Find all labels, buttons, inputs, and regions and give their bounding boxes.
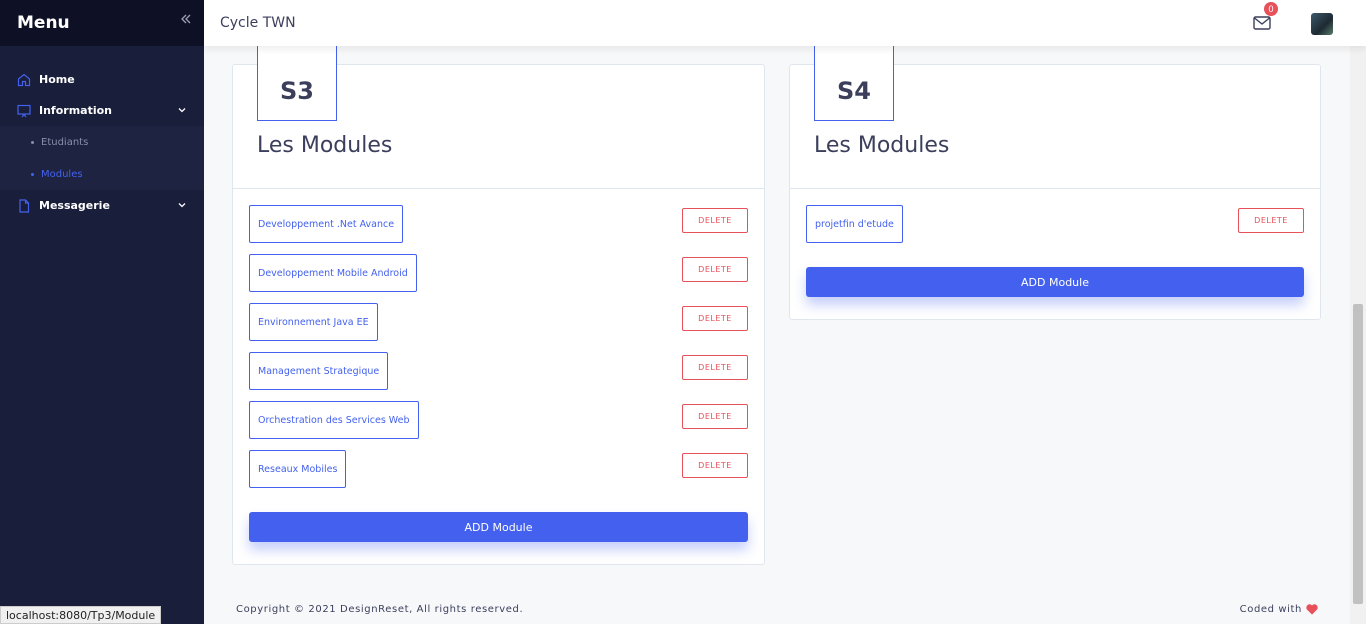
module-row: Developpement Mobile Android DELETE [249, 254, 748, 292]
bullet-icon [31, 172, 34, 176]
monitor-icon [17, 104, 31, 118]
delete-button[interactable]: DELETE [1238, 208, 1304, 233]
delete-button[interactable]: DELETE [682, 257, 748, 282]
footer-credit: Coded with [1240, 604, 1318, 615]
information-submenu: Etudiants Modules [0, 126, 204, 190]
sidebar-header: Menu [0, 0, 204, 46]
module-row: Reseaux Mobiles DELETE [249, 450, 748, 488]
browser-status-url: localhost:8080/Tp3/Module [0, 606, 162, 624]
submenu-item-label: Etudiants [41, 136, 89, 148]
module-name[interactable]: Reseaux Mobiles [249, 450, 347, 488]
delete-button[interactable]: DELETE [682, 453, 748, 478]
delete-button[interactable]: DELETE [682, 355, 748, 380]
sidebar-item-messagerie[interactable]: Messagerie [0, 190, 204, 221]
delete-button[interactable]: DELETE [682, 404, 748, 429]
module-name[interactable]: Orchestration des Services Web [249, 401, 419, 439]
collapse-sidebar-icon[interactable] [180, 12, 192, 28]
sidebar-title: Menu [17, 13, 70, 33]
semester-label: S3 [257, 45, 337, 121]
semester-card-s4: S4 Les Modules projetfin d'etude DELETE … [789, 45, 1321, 320]
semester-label: S4 [814, 45, 894, 121]
semester-card-s3: S3 Les Modules Developpement .Net Avance… [232, 45, 765, 565]
mail-icon[interactable] [1253, 15, 1271, 31]
module-name[interactable]: Developpement .Net Avance [249, 205, 404, 243]
chevron-down-icon [177, 200, 187, 210]
sidebar: Menu Home Information Etudiants Modules … [0, 0, 204, 624]
module-row: Orchestration des Services Web DELETE [249, 401, 748, 439]
module-row: Environnement Java EE DELETE [249, 303, 748, 341]
module-row: projetfin d'etude DELETE [806, 205, 1304, 243]
footer-coded-label: Coded with [1239, 604, 1302, 615]
submenu-item-label: Modules [41, 168, 83, 180]
card-header: S3 Les Modules [233, 45, 764, 189]
submenu-item-modules[interactable]: Modules [0, 158, 204, 190]
bullet-icon [31, 140, 34, 144]
module-name[interactable]: projetfin d'etude [806, 205, 903, 243]
avatar[interactable] [1311, 13, 1333, 35]
card-title: Les Modules [257, 133, 393, 158]
sidebar-item-information[interactable]: Information [0, 95, 204, 126]
submenu-item-etudiants[interactable]: Etudiants [0, 126, 204, 158]
heart-icon [1306, 604, 1318, 615]
module-name[interactable]: Environnement Java EE [249, 303, 378, 341]
delete-button[interactable]: DELETE [682, 208, 748, 233]
chevron-down-icon [177, 105, 187, 115]
sidebar-item-label: Information [39, 104, 112, 117]
module-row: Developpement .Net Avance DELETE [249, 205, 748, 243]
sidebar-nav: Home Information Etudiants Modules Messa… [0, 46, 204, 221]
scrollbar-thumb[interactable] [1353, 304, 1363, 604]
page-scrollbar[interactable] [1350, 46, 1366, 624]
page-title: Cycle TWN [220, 15, 296, 31]
delete-button[interactable]: DELETE [682, 306, 748, 331]
card-title: Les Modules [814, 133, 950, 158]
footer-copyright: Copyright © 2021 DesignReset, All rights… [236, 604, 524, 615]
sidebar-item-label: Home [39, 73, 75, 86]
module-row: Management Strategique DELETE [249, 352, 748, 390]
mail-count-badge: 0 [1264, 2, 1278, 16]
sidebar-item-home[interactable]: Home [0, 64, 204, 95]
add-module-button[interactable]: ADD Module [806, 267, 1304, 297]
home-icon [17, 73, 31, 87]
top-navbar: Cycle TWN 0 [204, 0, 1366, 46]
file-icon [17, 198, 31, 213]
module-name[interactable]: Developpement Mobile Android [249, 254, 417, 292]
module-name[interactable]: Management Strategique [249, 352, 389, 390]
add-module-button[interactable]: ADD Module [249, 512, 748, 542]
card-header: S4 Les Modules [790, 45, 1320, 189]
sidebar-item-label: Messagerie [39, 199, 110, 212]
